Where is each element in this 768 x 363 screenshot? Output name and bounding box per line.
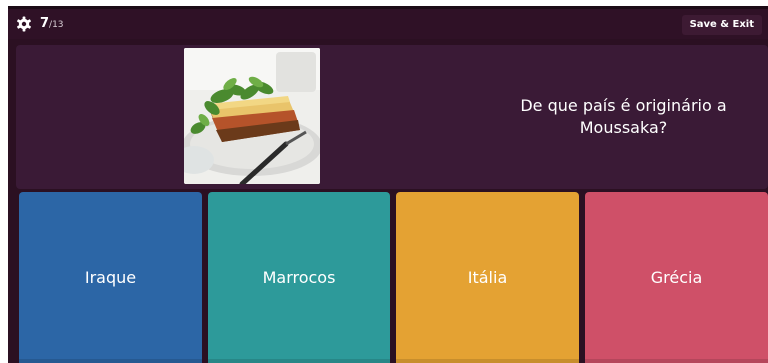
screen: 7/13 Save & Exit De que país é originári… [0,0,768,363]
answer-option-2[interactable]: Marrocos [208,192,390,363]
answer-label: Itália [467,268,508,287]
gear-icon[interactable] [16,16,32,32]
answer-label: Marrocos [262,268,336,287]
question-text: De que país é originário a Moussaka? [520,96,727,137]
answer-options: Iraque Marrocos Itália Grécia [19,192,768,363]
progress-current: 7 [40,16,50,31]
progress-total: /13 [49,20,64,30]
answer-option-4[interactable]: Grécia [585,192,768,363]
answer-option-3[interactable]: Itália [396,192,579,363]
question-progress: 7/13 [40,16,64,33]
top-bar: 7/13 Save & Exit [8,9,768,39]
answer-label: Grécia [650,268,703,287]
answer-label: Iraque [84,268,137,287]
save-exit-button[interactable]: Save & Exit [681,15,762,35]
question-panel: De que país é originário a Moussaka? [16,45,768,189]
quiz-app: 7/13 Save & Exit De que país é originári… [8,6,768,363]
answer-option-1[interactable]: Iraque [19,192,202,363]
moussaka-food-photo [184,48,320,184]
